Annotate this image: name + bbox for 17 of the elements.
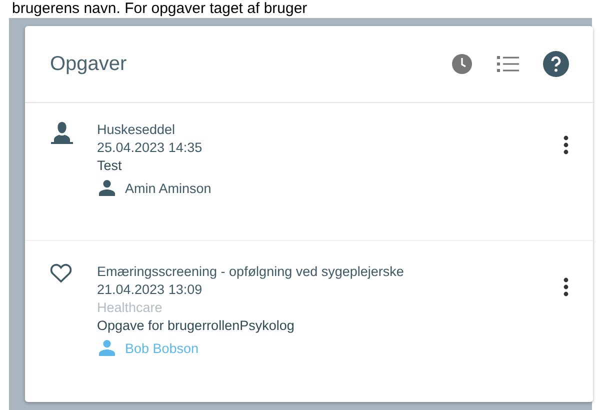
task-description: Test	[97, 157, 123, 175]
list-icon[interactable]	[497, 55, 519, 73]
panel-title: Opgaver	[50, 52, 128, 76]
help-icon[interactable]	[543, 51, 569, 77]
more-icon[interactable]	[563, 135, 569, 155]
assignee-name[interactable]: Amin Aminson	[125, 180, 212, 196]
task-date: 25.04.2023 14:35	[97, 139, 204, 157]
caption-text: brugerens navn. For opgaver taget af bruger	[11, 0, 308, 18]
person-icon	[50, 121, 74, 145]
clock-icon[interactable]	[451, 53, 473, 75]
task-description: Opgave for brugerrollenPsykolog	[97, 317, 296, 335]
more-icon[interactable]	[563, 277, 569, 297]
task-title: Huskeseddel	[97, 121, 176, 139]
heart-icon	[50, 263, 72, 283]
task-category: Healthcare	[97, 299, 164, 317]
task-date: 21.04.2023 13:09	[97, 281, 204, 299]
task-title: Emæringsscreening - opfølgning ved sygeplejerske	[97, 263, 405, 281]
